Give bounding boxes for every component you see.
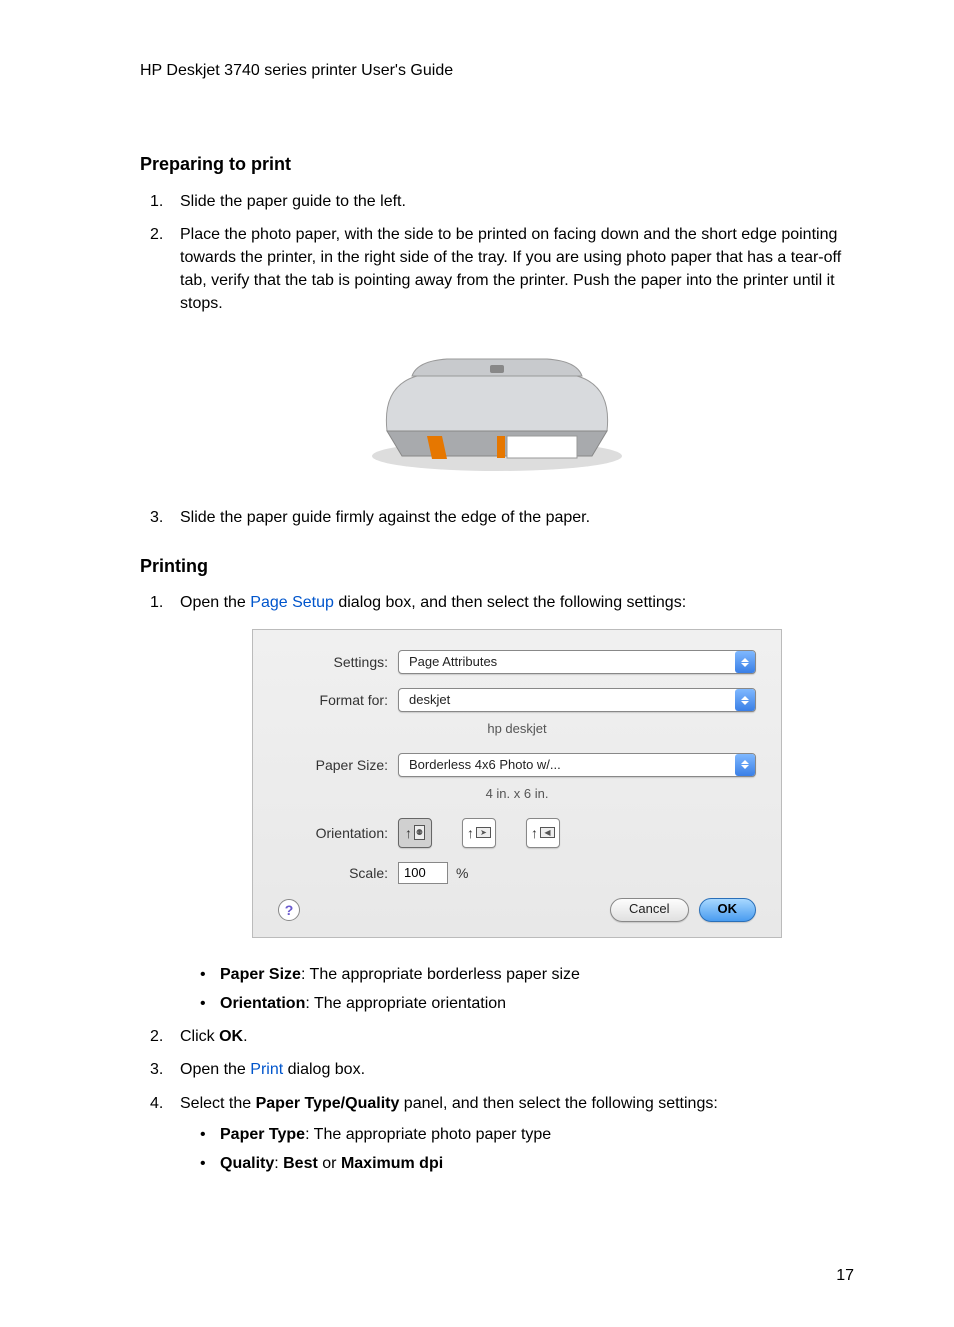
settings-label: Settings: [278, 652, 398, 672]
ok-button[interactable]: OK [699, 898, 757, 922]
paper-size-subtext: 4 in. x 6 in. [278, 785, 756, 804]
scale-label: Scale: [278, 863, 398, 883]
format-for-label: Format for: [278, 690, 398, 710]
arrow-up-icon: ↑ [531, 823, 538, 843]
step2-suffix: . [243, 1028, 247, 1045]
prep-step-3: Slide the paper guide firmly against the… [180, 506, 854, 529]
paper-type-bold: Paper Type [220, 1126, 305, 1143]
step3-suffix: dialog box. [283, 1061, 365, 1078]
settings-value: Page Attributes [409, 653, 735, 672]
landscape-left-icon: ➤ [476, 827, 491, 838]
orientation-portrait-button[interactable]: ↑⚉ [398, 818, 432, 848]
page-number: 17 [140, 1265, 854, 1287]
format-for-value: deskjet [409, 691, 735, 710]
format-for-subtext: hp deskjet [278, 720, 756, 739]
step4-suffix: panel, and then select the following set… [399, 1095, 717, 1112]
paper-size-value: Borderless 4x6 Photo w/... [409, 756, 735, 775]
paper-size-text: : The appropriate borderless paper size [301, 966, 580, 983]
orientation-landscape-right-button[interactable]: ↑◀ [526, 818, 560, 848]
print-step-1: Open the Page Setup dialog box, and then… [180, 591, 854, 1015]
print-step-2: Click OK. [180, 1025, 854, 1048]
landscape-right-icon: ◀ [540, 827, 555, 838]
prep-step-2: Place the photo paper, with the side to … [180, 223, 854, 316]
step2-ok: OK [219, 1028, 243, 1045]
orientation-landscape-left-button[interactable]: ↑➤ [462, 818, 496, 848]
scale-input[interactable] [398, 862, 448, 884]
quality-best: Best [283, 1155, 318, 1172]
dropdown-arrow-icon [735, 689, 755, 711]
step4-prefix: Select the [180, 1095, 256, 1112]
quality-mid: : [274, 1155, 283, 1172]
paper-type-text: : The appropriate photo paper type [305, 1126, 551, 1143]
orientation-text: : The appropriate orientation [305, 995, 506, 1012]
preparing-heading: Preparing to print [140, 152, 854, 177]
quality-max: Maximum dpi [341, 1155, 443, 1172]
portrait-icon: ⚉ [414, 825, 425, 840]
printing-heading: Printing [140, 554, 854, 579]
preparing-steps-cont: Slide the paper guide firmly against the… [140, 506, 854, 529]
step2-prefix: Click [180, 1028, 219, 1045]
print-step-1-suffix: dialog box, and then select the followin… [334, 594, 686, 611]
orientation-label: Orientation: [278, 823, 398, 843]
preparing-steps: Slide the paper guide to the left. Place… [140, 190, 854, 316]
paper-size-dropdown[interactable]: Borderless 4x6 Photo w/... [398, 753, 756, 777]
print-step-1-prefix: Open the [180, 594, 250, 611]
settings-dropdown[interactable]: Page Attributes [398, 650, 756, 674]
arrow-up-icon: ↑ [405, 823, 412, 843]
scale-percent: % [456, 863, 468, 883]
print-step-3: Open the Print dialog box. [180, 1058, 854, 1081]
page-setup-link[interactable]: Page Setup [250, 594, 334, 611]
help-button[interactable]: ? [278, 899, 300, 921]
printer-illustration [357, 341, 637, 481]
bullet-paper-type: Paper Type: The appropriate photo paper … [220, 1123, 854, 1146]
cancel-button[interactable]: Cancel [610, 898, 688, 922]
bullet-quality: Quality: Best or Maximum dpi [220, 1152, 854, 1175]
dropdown-arrow-icon [735, 651, 755, 673]
document-header: HP Deskjet 3740 series printer User's Gu… [140, 60, 854, 82]
arrow-up-icon: ↑ [467, 823, 474, 843]
paper-size-label: Paper Size: [278, 755, 398, 775]
prep-step-1: Slide the paper guide to the left. [180, 190, 854, 213]
bullet-paper-size: Paper Size: The appropriate borderless p… [220, 963, 854, 986]
printing-steps: Open the Page Setup dialog box, and then… [140, 591, 854, 1175]
format-for-dropdown[interactable]: deskjet [398, 688, 756, 712]
paper-size-bold: Paper Size [220, 966, 301, 983]
step3-prefix: Open the [180, 1061, 250, 1078]
quality-or: or [318, 1155, 341, 1172]
quality-bold: Quality [220, 1155, 274, 1172]
page-setup-dialog: Settings: Page Attributes Format for: de… [252, 629, 782, 938]
print-link[interactable]: Print [250, 1061, 283, 1078]
step4-bold: Paper Type/Quality [256, 1095, 400, 1112]
dropdown-arrow-icon [735, 754, 755, 776]
bullet-orientation: Orientation: The appropriate orientation [220, 992, 854, 1015]
print-step-4: Select the Paper Type/Quality panel, and… [180, 1092, 854, 1176]
orientation-bold: Orientation [220, 995, 305, 1012]
